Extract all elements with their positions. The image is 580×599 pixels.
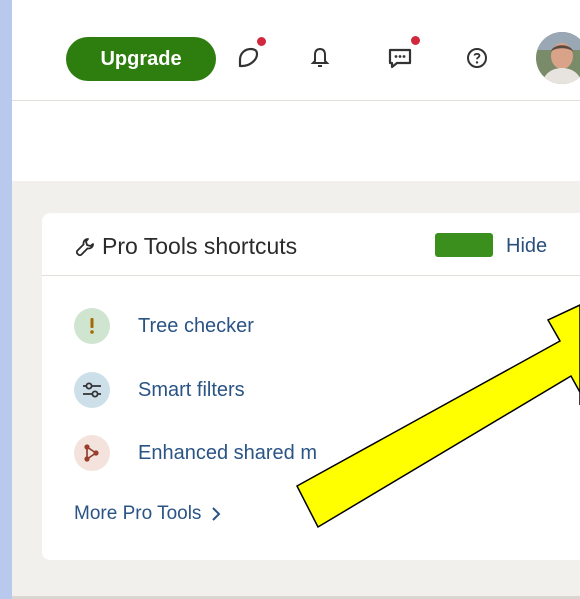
tool-item-tree-checker[interactable]: Tree checker: [74, 304, 254, 348]
more-pro-tools-label: More Pro Tools: [74, 503, 202, 524]
tool-item-smart-filters[interactable]: Smart filters: [74, 368, 245, 412]
chevron-right-icon: [211, 506, 221, 522]
profile-photo-icon: [536, 32, 580, 84]
bell-icon: [310, 47, 330, 67]
notifications-button[interactable]: [302, 40, 338, 76]
new-badge: [435, 233, 493, 257]
top-navigation-bar: Upgrade: [12, 0, 580, 101]
tool-item-enhanced-shared-matches[interactable]: Enhanced shared m: [74, 431, 317, 475]
card-header: Pro Tools shortcuts Hide: [42, 213, 580, 276]
wrench-icon: [74, 236, 96, 258]
help-button[interactable]: [459, 40, 495, 76]
card-title-text: Pro Tools shortcuts: [102, 233, 298, 259]
upgrade-button[interactable]: Upgrade: [66, 37, 216, 81]
notification-dot: [411, 36, 420, 45]
secondary-bar: [12, 101, 580, 181]
tool-item-label: Tree checker: [138, 314, 254, 337]
card-title: Pro Tools shortcuts: [74, 233, 297, 260]
exclamation-icon: [74, 308, 110, 344]
hide-link[interactable]: Hide: [506, 235, 547, 258]
sliders-icon: [74, 372, 110, 408]
tree-activity-icon: [238, 47, 259, 68]
tree-activity-button[interactable]: [230, 37, 266, 76]
more-pro-tools-link[interactable]: More Pro Tools: [74, 503, 221, 525]
messages-button[interactable]: [382, 36, 420, 76]
user-avatar[interactable]: [536, 32, 580, 84]
tool-item-label: Smart filters: [138, 378, 245, 401]
network-icon: [74, 435, 110, 471]
pro-tools-card: Pro Tools shortcuts Hide Tree checker Sm…: [42, 213, 580, 560]
messages-icon: [388, 48, 412, 69]
left-edge-strip: [0, 0, 12, 599]
help-icon: [467, 48, 487, 68]
notification-dot: [257, 37, 266, 46]
tool-item-label: Enhanced shared m: [138, 441, 318, 464]
